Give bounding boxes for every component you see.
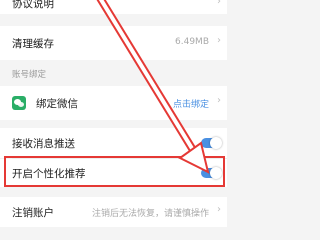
annotation-arrow-icon bbox=[96, 0, 210, 174]
